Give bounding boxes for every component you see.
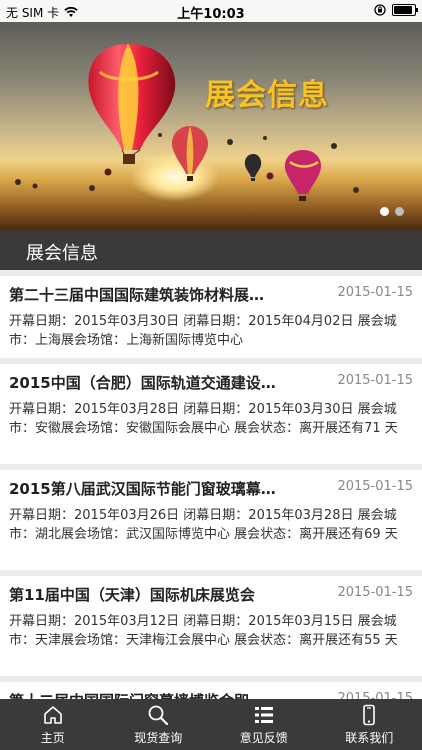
carousel-dots[interactable] [380,207,404,216]
balloons-illustration [15,44,359,201]
exhibition-date: 2015-01-15 [337,585,413,600]
exhibition-date: 2015-01-15 [337,285,413,300]
list-item[interactable]: 第十二届中国国际门窗幕墙博览会即… 2015-01-15 [0,682,422,700]
list-item[interactable]: 第11届中国（天津）国际机床展览会 2015-01-15 开幕日期：2015年0… [0,576,422,676]
list-item[interactable]: 2015中国（合肥）国际轨道交通建设… 2015-01-15 开幕日期：2015… [0,364,422,464]
list-icon [254,706,273,723]
exhibition-date: 2015-01-15 [337,373,413,388]
tab-contact[interactable]: 联系我们 [317,699,422,750]
tab-bar: 主页 现货查询 意见反馈 联系我们 [0,699,422,750]
list-item[interactable]: 2015第八届武汉国际节能门窗玻璃幕… 2015-01-15 开幕日期：2015… [0,470,422,570]
exhibition-title: 第11届中国（天津）国际机床展览会 [9,586,255,604]
tab-label: 联系我们 [345,730,394,745]
exhibition-title: 2015中国（合肥）国际轨道交通建设… [9,374,276,392]
phone-icon [363,704,376,725]
tab-search[interactable]: 现货查询 [106,699,212,750]
status-bar: 无 SIM 卡 上午10:03 [0,0,422,22]
tab-home[interactable]: 主页 [0,699,106,750]
list-item[interactable]: 第二十三届中国国际建筑装饰材料展… 2015-01-15 开幕日期：2015年0… [0,276,422,358]
status-time: 上午10:03 [177,7,245,22]
exhibition-title: 2015第八届武汉国际节能门窗玻璃幕… [9,480,276,498]
banner-title: 展会信息 [205,78,329,113]
orientation-lock-icon [374,4,386,16]
exhibition-title: 第二十三届中国国际建筑装饰材料展… [9,286,265,304]
carousel-dot-2[interactable] [395,207,404,216]
tab-feedback[interactable]: 意见反馈 [211,699,317,750]
home-icon [43,705,62,724]
search-icon [148,705,169,725]
exhibition-list[interactable]: 第二十三届中国国际建筑装饰材料展… 2015-01-15 开幕日期：2015年0… [0,270,422,700]
exhibition-detail: 开幕日期：2015年03月30日 闭幕日期：2015年04月02日 展会城市：上… [9,314,397,348]
banner-carousel[interactable]: 展会信息 [0,22,422,230]
carousel-dot-1[interactable] [380,207,389,216]
tab-label: 现货查询 [134,730,183,745]
tab-label: 主页 [40,730,65,745]
exhibition-detail: 开幕日期：2015年03月28日 闭幕日期：2015年03月30日 展会城市：安… [9,402,398,436]
exhibition-detail: 开幕日期：2015年03月26日 闭幕日期：2015年03月28日 展会城市：湖… [9,508,398,542]
exhibition-detail: 开幕日期：2015年03月12日 闭幕日期：2015年03月15日 展会城市：天… [9,614,398,648]
section-header: 展会信息 [0,230,422,270]
tab-label: 意见反馈 [239,730,288,745]
battery-icon [392,4,418,16]
exhibition-date: 2015-01-15 [337,479,413,494]
section-title: 展会信息 [26,243,98,264]
